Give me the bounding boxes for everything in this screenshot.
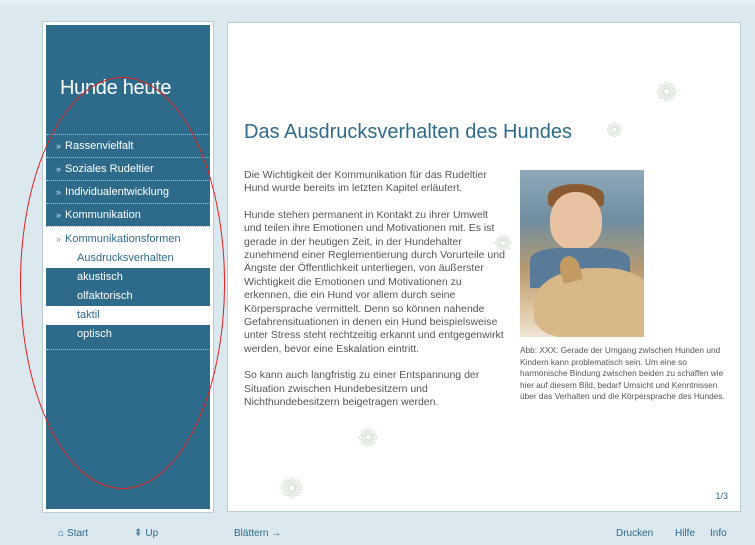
right-arrow-icon: → bbox=[271, 528, 282, 539]
info-link[interactable]: Info bbox=[710, 528, 727, 539]
page-number: 1/3 bbox=[715, 491, 728, 501]
paragraph: Hunde stehen permanent in Kontakt zu ihr… bbox=[244, 208, 505, 355]
sidebar-item-label: Kommunikationsformen bbox=[65, 233, 181, 245]
double-arrow-icon: » bbox=[56, 164, 62, 174]
sidebar-subitem-ausdrucksverhalten[interactable]: Ausdrucksverhalten bbox=[46, 249, 210, 268]
paw-print-icon: ❁ bbox=[280, 473, 304, 504]
sidebar-subitem-olfaktorisch[interactable]: olfaktorisch bbox=[46, 287, 210, 306]
double-arrow-icon: » bbox=[56, 141, 62, 151]
paragraph: Die Wichtigkeit der Kommunikation für da… bbox=[244, 169, 487, 195]
photo-face bbox=[550, 192, 602, 250]
page-title: Das Ausdrucksverhalten des Hundes bbox=[244, 121, 572, 143]
sidebar-item-kommunikation[interactable]: » Kommunikation bbox=[46, 203, 210, 226]
home-icon: ⌂ bbox=[58, 528, 65, 539]
nav-divider bbox=[46, 349, 210, 350]
sidebar-item-individualentwicklung[interactable]: » Individualentwicklung bbox=[46, 180, 210, 203]
paw-print-icon: ❁ bbox=[656, 77, 678, 107]
photo-caption: Abb: XXX: Gerade der Umgang zwischen Hun… bbox=[520, 345, 725, 401]
double-arrow-icon: » bbox=[56, 234, 62, 244]
sidebar-subitem-akustisch[interactable]: akustisch bbox=[46, 268, 210, 287]
up-arrow-icon: ⇞ bbox=[134, 528, 143, 539]
sidebar: Hunde heute » Rassenvielfalt » Soziales Ru… bbox=[42, 21, 214, 513]
site-title: Hunde heute bbox=[60, 77, 172, 99]
double-arrow-icon: » bbox=[56, 210, 62, 220]
sidebar-item-soziales-rudeltier[interactable]: » Soziales Rudeltier bbox=[46, 157, 210, 180]
sidebar-item-rassenvielfalt[interactable]: » Rassenvielfalt bbox=[46, 134, 210, 157]
sidebar-subitem-optisch[interactable]: optisch bbox=[46, 325, 210, 344]
sidebar-item-label: Rassenvielfalt bbox=[65, 140, 134, 152]
print-link[interactable]: Drucken bbox=[616, 528, 653, 539]
double-arrow-icon: » bbox=[56, 187, 62, 197]
sidebar-item-label: Soziales Rudeltier bbox=[65, 163, 154, 175]
paragraph: So kann auch langfristig zu einer Entspa… bbox=[244, 369, 480, 409]
help-link[interactable]: Hilfe bbox=[675, 528, 695, 539]
up-link[interactable]: ⇞ Up bbox=[134, 528, 158, 539]
photo-dog bbox=[534, 268, 644, 337]
up-label: Up bbox=[145, 528, 159, 539]
boy-with-dog-photo bbox=[520, 170, 644, 337]
sidebar-nav: » Rassenvielfalt » Soziales Rudeltier » Ind… bbox=[46, 134, 210, 350]
sidebar-item-label: Kommunikation bbox=[65, 209, 141, 221]
paw-print-icon: ❁ bbox=[606, 120, 623, 142]
start-link[interactable]: ⌂ Start bbox=[58, 528, 88, 539]
article-text: Die Wichtigkeit der Kommunikation für da… bbox=[244, 169, 506, 423]
content-panel: ❁ ❁ ❁ ❁ ❁ Das Ausdrucksverhalten des Hun… bbox=[227, 22, 741, 512]
sidebar-subitem-taktil[interactable]: taktil bbox=[46, 306, 210, 325]
browse-link[interactable]: Blättern → bbox=[234, 528, 281, 539]
sidebar-item-kommunikationsformen[interactable]: » Kommunikationsformen bbox=[46, 226, 210, 249]
start-label: Start bbox=[67, 528, 89, 539]
paw-print-icon: ❁ bbox=[358, 425, 379, 452]
browse-label: Blättern bbox=[234, 528, 269, 539]
sidebar-item-label: Individualentwicklung bbox=[65, 186, 169, 198]
top-border bbox=[0, 0, 755, 8]
